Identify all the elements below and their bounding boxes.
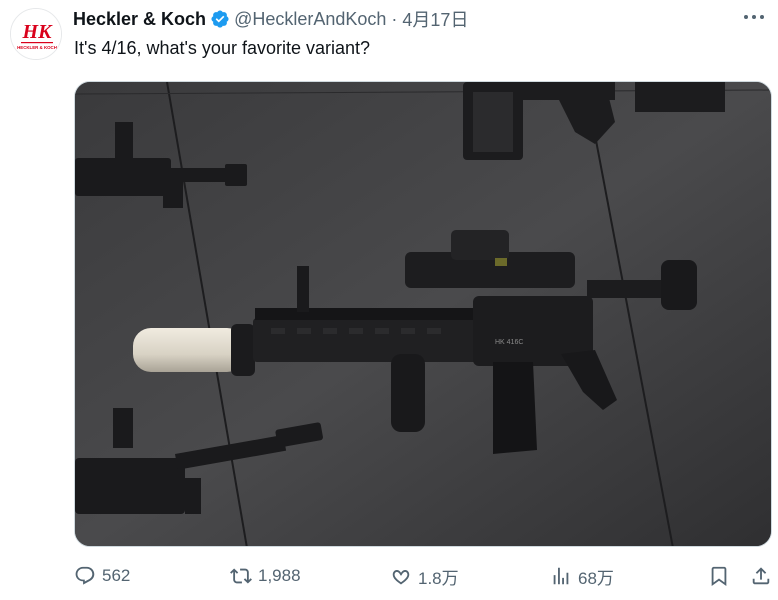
bookmark-icon [711,566,727,587]
tweet-date[interactable]: 4月17日 [402,6,468,32]
reply-count: 562 [102,566,131,585]
more-options-button[interactable] [744,12,764,22]
heart-icon [392,570,410,585]
dot-icon [744,15,748,19]
tweet-media-photo[interactable]: HK 416C [74,81,772,547]
like-button[interactable]: 1.8万 [390,561,459,591]
analytics-bar-icon [553,567,569,585]
separator-dot: · [391,8,398,29]
author-avatar[interactable]: HK HECKLER & KOCH [10,8,62,60]
tweet-text: It's 4/16, what's your favorite variant? [74,38,371,58]
rifle-engraving-text: HK 416C [495,339,523,346]
tweet-actions-bar: 562 1,988 1.8万 68万 [74,561,774,591]
dot-icon [752,15,756,19]
retweet-icon [230,568,252,584]
share-button[interactable] [750,561,772,591]
like-count: 1.8万 [418,568,459,588]
tweet-card: HK HECKLER & KOCH Heckler & Koch @Heckle… [0,0,778,600]
views-button[interactable]: 68万 [550,561,614,591]
reply-icon [75,566,95,585]
retweet-button[interactable]: 1,988 [230,561,301,591]
view-count: 68万 [578,568,614,588]
tweet-header: Heckler & Koch @HecklerAndKoch · 4月17日 [73,6,468,32]
author-handle[interactable]: @HecklerAndKoch [234,9,386,30]
reply-button[interactable]: 562 [74,561,130,591]
svg-text:HECKLER & KOCH: HECKLER & KOCH [17,45,57,50]
svg-text:HK: HK [22,21,54,43]
bookmark-button[interactable] [708,561,730,591]
rifle-display-photo: HK 416C [75,82,771,546]
verified-badge-icon[interactable] [210,9,230,29]
hk-logo-icon: HK HECKLER & KOCH [11,9,61,59]
retweet-count: 1,988 [258,566,301,585]
author-name[interactable]: Heckler & Koch [73,9,206,30]
share-icon [752,567,770,585]
dot-icon [760,15,764,19]
